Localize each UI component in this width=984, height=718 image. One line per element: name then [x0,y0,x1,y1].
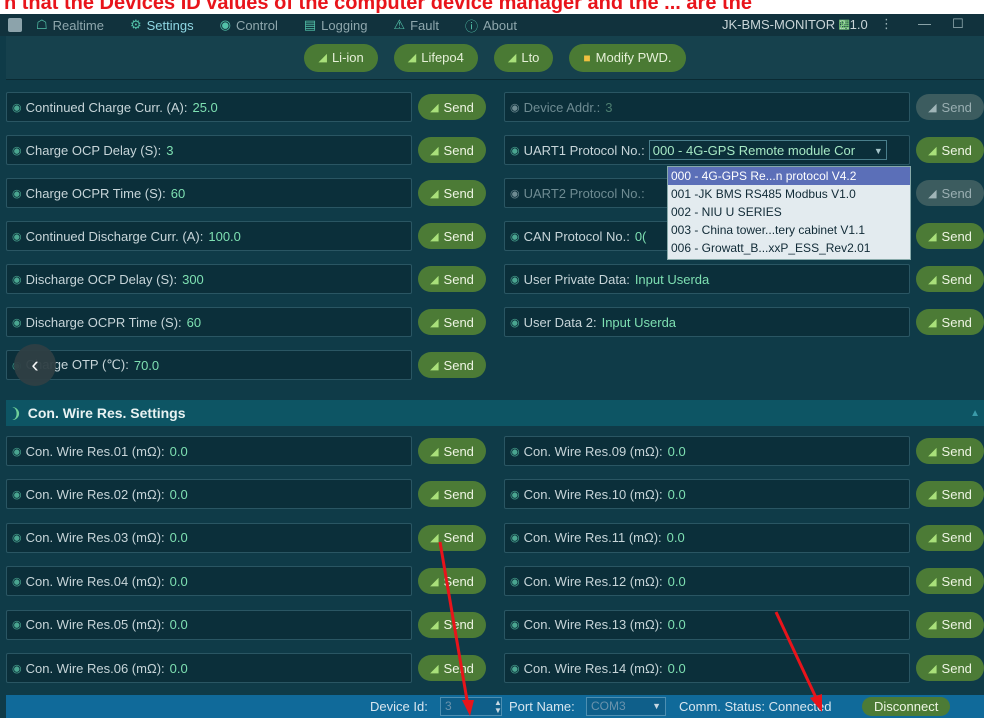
annotation-arrowhead-1 [462,700,474,716]
annotation-arrow-1 [438,541,470,707]
annotation-arrowhead-2 [810,694,822,712]
annotation-arrow-2 [774,611,820,703]
annotation-arrows [438,541,822,716]
